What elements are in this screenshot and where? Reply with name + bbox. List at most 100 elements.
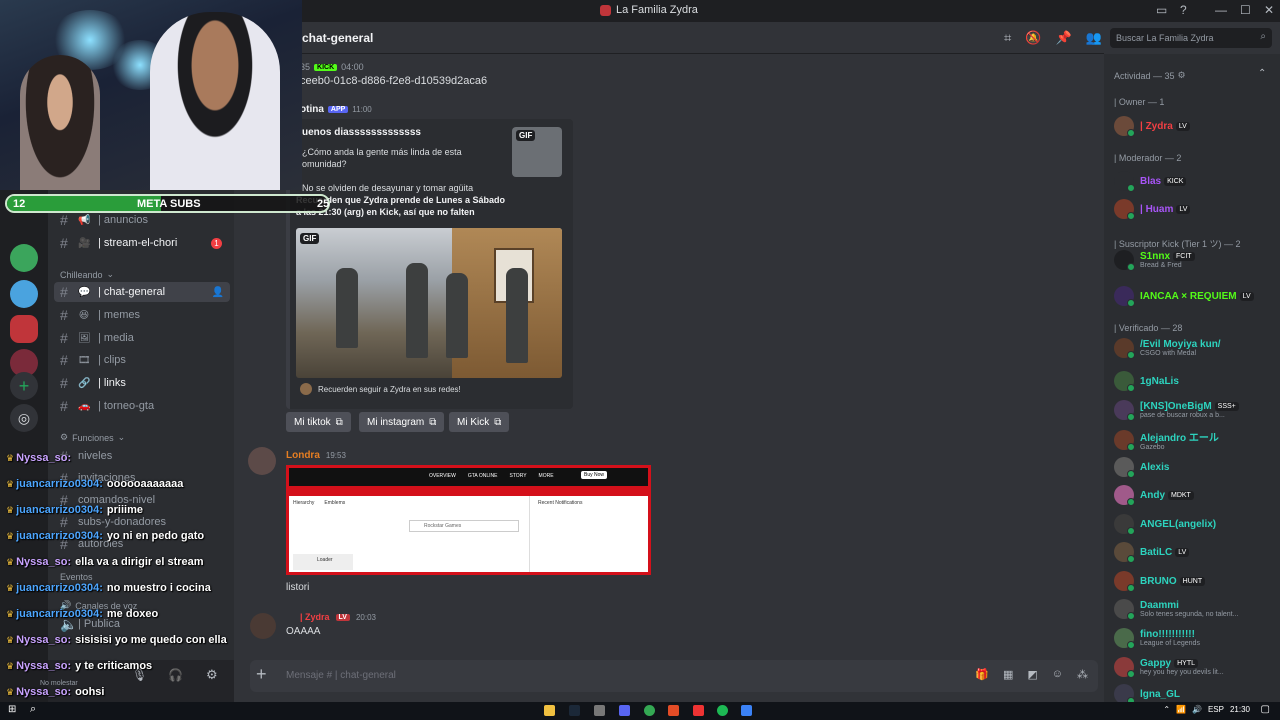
tray-arrow-icon[interactable]: ⌃: [1163, 705, 1170, 714]
headphones-icon[interactable]: 🎧: [168, 668, 183, 682]
tiktok-link-button[interactable]: Mi tiktok ⧉: [286, 412, 351, 432]
members-icon[interactable]: 👥: [1086, 30, 1102, 46]
language-indicator[interactable]: ESP: [1208, 705, 1224, 714]
member-item[interactable]: | Huam LV: [1114, 197, 1280, 221]
gif-image[interactable]: GIF: [296, 228, 562, 378]
media-icon[interactable]: [693, 705, 704, 716]
threads-icon[interactable]: ⌗: [1004, 30, 1011, 46]
avatar[interactable]: [250, 613, 276, 639]
member-item[interactable]: Alejandro エール Gazebo: [1114, 428, 1280, 452]
member-name: BRUNO: [1140, 575, 1177, 587]
channel-niveles[interactable]: # niveles: [54, 446, 230, 466]
app-icon[interactable]: [741, 705, 752, 716]
add-attachment-icon[interactable]: +: [256, 664, 267, 685]
external-link-icon: ⧉: [494, 416, 502, 428]
member-name-row: lgna_GL: [1140, 689, 1180, 700]
member-item[interactable]: Alexis: [1114, 455, 1280, 479]
channel-links[interactable]: # 🔗 | links: [54, 373, 230, 393]
search-input[interactable]: Buscar La Familia Zydra ⌕: [1110, 28, 1272, 48]
channel-clips[interactable]: # 🎞 | clips: [54, 350, 230, 370]
category-funciones[interactable]: ⚙ Funciones ⌄: [60, 432, 125, 443]
channel-torneo-gta[interactable]: # 🚗 | torneo-gta: [54, 396, 230, 416]
folder-icon[interactable]: [544, 705, 555, 716]
volume-icon[interactable]: 🔊: [1192, 705, 1202, 714]
apps-icon[interactable]: ⁂: [1077, 668, 1088, 681]
embed-line-2: omunidad?: [302, 159, 347, 169]
add-member-icon[interactable]: 👤: [212, 287, 224, 298]
member-item[interactable]: BRUNO HUNT: [1114, 569, 1280, 593]
help-icon[interactable]: ?: [1180, 3, 1187, 17]
notifications-icon[interactable]: ▢: [1261, 704, 1270, 715]
pin-icon[interactable]: 📌: [1056, 30, 1072, 46]
category-chilleando[interactable]: Chilleando ⌄: [60, 269, 114, 280]
member-item[interactable]: Andy MDKT: [1114, 483, 1280, 507]
crown-icon: ♛: [6, 453, 15, 463]
avatar: [1114, 199, 1135, 220]
server-icon-2[interactable]: [10, 280, 38, 308]
server-icon-zydra[interactable]: [10, 315, 38, 343]
category-eventos[interactable]: Eventos: [60, 572, 93, 582]
avatar[interactable]: [248, 447, 276, 475]
author-name[interactable]: otina: [300, 104, 324, 115]
member-item[interactable]: Blas KICK: [1114, 169, 1280, 193]
wifi-icon[interactable]: 📶: [1176, 705, 1186, 714]
emoji-icon[interactable]: ☺: [1052, 668, 1063, 681]
explore-icon[interactable]: ◎: [10, 404, 38, 432]
chat-username: juancarrizo0304:: [16, 504, 103, 516]
member-item[interactable]: fino!!!!!!!!!!! League of Legends: [1114, 626, 1280, 650]
channel-chat-general[interactable]: # 💬 | chat-general 👤: [54, 282, 230, 302]
chrome-icon[interactable]: [644, 705, 655, 716]
member-item[interactable]: ANGEL(angelix): [1114, 512, 1280, 536]
embed-line-3: No se olviden de desayunar y tomar agüit…: [302, 183, 474, 193]
channel-memes[interactable]: # 😆 | memes: [54, 305, 230, 325]
chevron-down-icon: ⌄: [106, 269, 115, 279]
windows-icon[interactable]: ⊞: [8, 704, 16, 715]
member-item[interactable]: /Evil Moyiya kun/CSGO with Medal: [1114, 336, 1280, 360]
add-server-icon[interactable]: +: [10, 372, 38, 400]
channel-media[interactable]: # 🖼 | media: [54, 328, 230, 348]
timestamp: 19:53: [325, 451, 346, 460]
channel-anuncios[interactable]: # 📢 | anuncios: [54, 210, 230, 230]
discord-icon[interactable]: [619, 705, 630, 716]
gear-icon[interactable]: ⚙: [1178, 70, 1186, 81]
kick-link-button[interactable]: Mi Kick ⧉: [449, 412, 510, 432]
member-item[interactable]: [KNS]OneBigM SSS+ pase de buscar robux a b…: [1114, 398, 1280, 422]
hash-icon: #: [60, 212, 68, 228]
mute-bell-icon[interactable]: 🔕: [1025, 30, 1041, 46]
channel-stream-el-chori[interactable]: # 🎥 | stream-el-chori 1: [54, 233, 230, 253]
instagram-link-button[interactable]: Mi instagram ⧉: [359, 412, 445, 432]
channel-title: chat-general: [302, 31, 374, 45]
screenshot-image[interactable]: OVERVIEW GTA ONLINE STORY MORE Buy Now H…: [286, 465, 651, 575]
gif-soldier: [336, 268, 358, 348]
gif-icon[interactable]: ▦: [1003, 668, 1013, 681]
app-icon[interactable]: [594, 705, 605, 716]
steam-icon[interactable]: [569, 705, 580, 716]
member-item[interactable]: BatiLC LV: [1114, 540, 1280, 564]
settings-gear-icon[interactable]: ⚙: [206, 667, 218, 683]
member-item[interactable]: Daammi Solo tenes segunda, no talent...: [1114, 597, 1280, 621]
member-item[interactable]: IANCAA × REQUIEM LV: [1114, 284, 1280, 308]
spotify-icon[interactable]: [717, 705, 728, 716]
gift-icon[interactable]: 🎁: [975, 668, 989, 681]
search-icon[interactable]: ⌕: [30, 703, 36, 716]
chevron-up-icon[interactable]: ⌃: [1258, 68, 1266, 79]
member-item[interactable]: | Zydra LV: [1114, 114, 1280, 138]
server-icon-kick[interactable]: [10, 244, 38, 272]
inbox-icon[interactable]: ▭: [1156, 3, 1167, 17]
maximize-button[interactable]: ☐: [1240, 3, 1251, 17]
close-button[interactable]: ✕: [1264, 3, 1274, 17]
author-name[interactable]: | Zydra: [300, 612, 330, 622]
member-name-row: BatiLC LV: [1140, 547, 1190, 558]
brave-icon[interactable]: [668, 705, 679, 716]
member-item[interactable]: lgna_GL: [1114, 682, 1280, 702]
member-item[interactable]: S1nnx FCIT Bread & Fred: [1114, 248, 1280, 272]
member-name: Alexis: [1140, 461, 1170, 473]
member-item[interactable]: Gappy HYTL hey you hey you devils lit...: [1114, 655, 1280, 679]
author-name[interactable]: Londra: [286, 450, 320, 461]
sticker-icon[interactable]: ◩: [1027, 668, 1037, 681]
minimize-button[interactable]: —: [1215, 3, 1227, 17]
message-composer[interactable]: + Mensaje # | chat-general 🎁 ▦ ◩ ☺ ⁂: [250, 660, 1098, 692]
clock[interactable]: 21:30: [1230, 705, 1250, 714]
member-item[interactable]: 1gNaLis: [1114, 369, 1280, 393]
chat-message: ♛ Nyssa_so: y te criticamos: [6, 660, 152, 672]
